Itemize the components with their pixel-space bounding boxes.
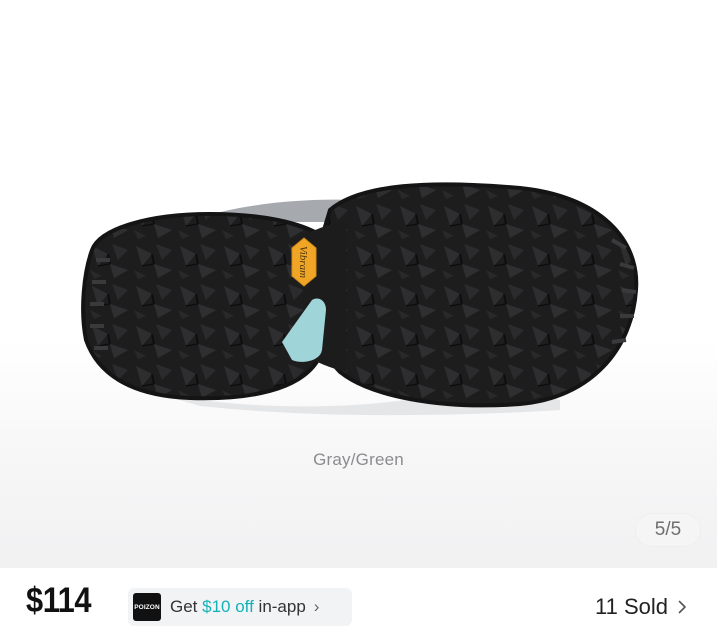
sold-count-link[interactable]: 11 Sold xyxy=(595,594,687,620)
poizon-logo-icon: POIZON xyxy=(133,593,161,621)
promo-prefix: Get xyxy=(170,597,203,616)
chevron-right-icon: › xyxy=(313,597,320,616)
promo-amount: $10 off xyxy=(202,597,254,616)
image-counter: 5/5 xyxy=(635,513,701,547)
promo-text: Get $10 off in-app xyxy=(170,597,306,617)
shoe-outsole-image: Vibram xyxy=(81,182,639,416)
promo-suffix: in-app xyxy=(253,597,306,616)
app-promo-button[interactable]: POIZON Get $10 off in-app › xyxy=(128,588,352,626)
purchase-bar: $114 POIZON Get $10 off in-app › 11 Sold xyxy=(0,568,717,635)
chevron-right-icon xyxy=(678,600,686,614)
price-label: $114 xyxy=(26,581,92,620)
vibram-logo-text: Vibram xyxy=(297,246,309,278)
sold-count-text: 11 Sold xyxy=(595,594,668,619)
color-caption: Gray/Green xyxy=(313,450,404,469)
product-image-gallery[interactable]: Vibram Gray/Green 5/5 xyxy=(0,0,717,568)
